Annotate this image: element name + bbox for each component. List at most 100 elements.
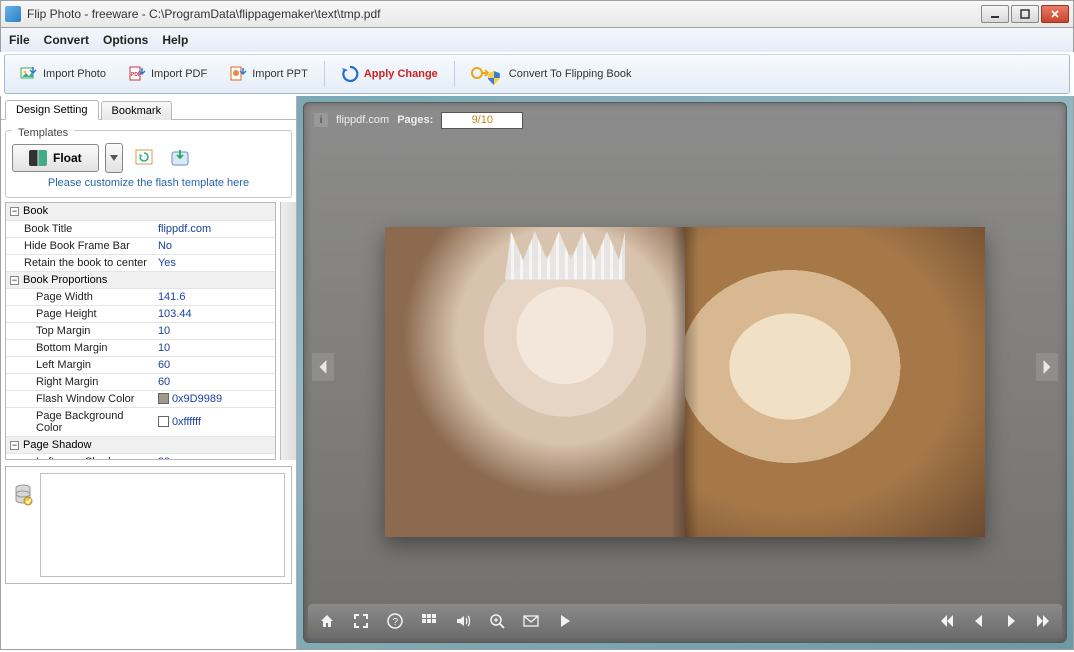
import-photo-button[interactable]: Import Photo: [11, 59, 115, 89]
menu-bar: File Convert Options Help: [0, 28, 1074, 52]
fullscreen-icon[interactable]: [352, 612, 370, 630]
import-pdf-icon: PDF: [128, 65, 146, 83]
thumbnails-icon[interactable]: [420, 612, 438, 630]
cat-shadow: Page Shadow: [23, 439, 92, 451]
app-icon: [5, 6, 21, 22]
property-preview-panel: [5, 466, 292, 584]
info-icon[interactable]: i: [314, 113, 328, 127]
last-page-icon[interactable]: [1034, 612, 1052, 630]
prop-ph-v[interactable]: 103.44: [154, 305, 275, 322]
menu-help[interactable]: Help: [162, 33, 188, 47]
color-swatch-icon: [158, 393, 169, 404]
left-tabs: Design Setting Bookmark: [1, 96, 296, 120]
pages-input[interactable]: [441, 112, 523, 129]
prev-page-arrow[interactable]: [312, 353, 334, 381]
import-ppt-button[interactable]: Import PPT: [220, 59, 317, 89]
sound-icon[interactable]: [454, 612, 472, 630]
book-page-right[interactable]: [685, 227, 985, 537]
import-pdf-button[interactable]: PDF Import PDF: [119, 59, 216, 89]
templates-group: Templates Float Please customize the fla…: [5, 130, 292, 198]
cat-book: Book: [23, 205, 48, 217]
template-float-label: Float: [53, 151, 82, 165]
templates-note: Please customize the flash template here: [12, 173, 285, 191]
viewer-top-bar: i flippdf.com Pages:: [308, 107, 1062, 133]
prop-fwc-k: Flash Window Color: [6, 390, 154, 407]
prop-ls-v[interactable]: 90: [154, 453, 275, 460]
templates-group-label: Templates: [12, 125, 74, 141]
viewer-site-label: flippdf.com: [336, 114, 389, 126]
import-pdf-label: Import PDF: [151, 68, 207, 80]
cat-proportions: Book Proportions: [23, 274, 107, 286]
admin-shield-icon: [488, 71, 500, 85]
prev-page-icon[interactable]: [970, 612, 988, 630]
svg-text:PDF: PDF: [131, 72, 141, 78]
flipbook[interactable]: [385, 227, 985, 537]
tab-bookmark[interactable]: Bookmark: [101, 101, 173, 120]
collapse-toggle-icon[interactable]: −: [10, 441, 19, 450]
prop-bm-k: Bottom Margin: [6, 339, 154, 356]
book-icon: [29, 150, 47, 166]
apply-change-icon: [341, 65, 359, 83]
import-ppt-icon: [229, 65, 247, 83]
prop-rm-v[interactable]: 60: [154, 373, 275, 390]
viewer-bottom-toolbar: ?: [308, 604, 1062, 638]
menu-options[interactable]: Options: [103, 33, 148, 47]
window-titlebar: Flip Photo - freeware - C:\ProgramData\f…: [0, 0, 1074, 28]
tab-design-setting[interactable]: Design Setting: [5, 100, 99, 120]
window-title: Flip Photo - freeware - C:\ProgramData\f…: [27, 7, 981, 21]
property-preview-area: [40, 473, 285, 577]
toolbar-separator: [454, 61, 455, 87]
svg-text:?: ?: [393, 617, 399, 628]
crown-decoration: [505, 232, 625, 280]
prop-fwc-v[interactable]: 0x9D9989: [154, 390, 275, 407]
prop-retain-v[interactable]: Yes: [154, 254, 275, 271]
prop-pw-v[interactable]: 141.6: [154, 288, 275, 305]
template-float-button[interactable]: Float: [12, 144, 99, 172]
collapse-toggle-icon[interactable]: −: [10, 276, 19, 285]
menu-file[interactable]: File: [9, 33, 30, 47]
apply-change-label: Apply Change: [364, 68, 438, 80]
email-icon[interactable]: [522, 612, 540, 630]
prop-pbc-v[interactable]: 0xffffff: [154, 407, 275, 436]
convert-book-label: Convert To Flipping Book: [509, 68, 632, 80]
prop-rm-k: Right Margin: [6, 373, 154, 390]
next-page-icon[interactable]: [1002, 612, 1020, 630]
template-save-button[interactable]: [165, 143, 195, 173]
prop-book-title-v[interactable]: flippdf.com: [154, 220, 275, 237]
first-page-icon[interactable]: [938, 612, 956, 630]
prop-hide-frame-v[interactable]: No: [154, 237, 275, 254]
import-ppt-label: Import PPT: [252, 68, 308, 80]
menu-convert[interactable]: Convert: [44, 33, 89, 47]
prop-pbc-k: Page Background Color: [6, 407, 154, 436]
prop-retain-k: Retain the book to center: [6, 254, 154, 271]
flipbook-viewer: i flippdf.com Pages: ?: [297, 96, 1073, 649]
home-icon[interactable]: [318, 612, 336, 630]
maximize-button[interactable]: [1011, 5, 1039, 23]
template-refresh-button[interactable]: [129, 143, 159, 173]
zoom-icon[interactable]: [488, 612, 506, 630]
prop-lm-k: Left Margin: [6, 356, 154, 373]
collapse-toggle-icon[interactable]: −: [10, 207, 19, 216]
convert-book-icon: [471, 65, 489, 83]
prop-lm-v[interactable]: 60: [154, 356, 275, 373]
property-grid-scrollbar[interactable]: [280, 202, 296, 460]
database-icon: [13, 483, 33, 512]
import-photo-icon: [20, 65, 38, 83]
prop-ls-k: Left page Shadow: [6, 453, 154, 460]
convert-to-book-button[interactable]: Convert To Flipping Book: [462, 59, 641, 89]
main-toolbar: Import Photo PDF Import PDF Import PPT A…: [4, 54, 1070, 94]
template-dropdown-button[interactable]: [105, 143, 123, 173]
property-grid[interactable]: −Book Book Titleflippdf.com Hide Book Fr…: [5, 202, 276, 460]
prop-hide-frame-k: Hide Book Frame Bar: [6, 237, 154, 254]
prop-tm-v[interactable]: 10: [154, 322, 275, 339]
prop-book-title-k: Book Title: [6, 220, 154, 237]
next-page-arrow[interactable]: [1036, 353, 1058, 381]
autoplay-icon[interactable]: [556, 612, 574, 630]
prop-pw-k: Page Width: [6, 288, 154, 305]
apply-change-button[interactable]: Apply Change: [332, 59, 447, 89]
book-page-left[interactable]: [385, 227, 685, 537]
minimize-button[interactable]: [981, 5, 1009, 23]
close-button[interactable]: [1041, 5, 1069, 23]
prop-bm-v[interactable]: 10: [154, 339, 275, 356]
help-icon[interactable]: ?: [386, 612, 404, 630]
